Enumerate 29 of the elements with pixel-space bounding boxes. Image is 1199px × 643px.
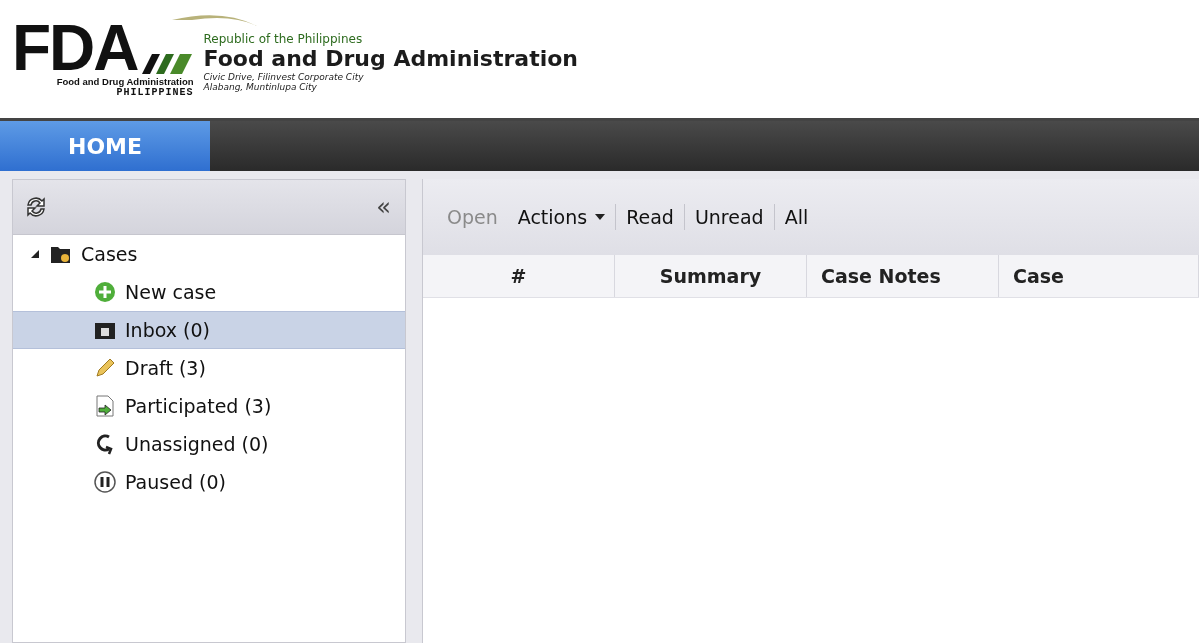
toolbar-button[interactable]: Unread — [684, 206, 774, 228]
address-line: Civic Drive, Filinvest Corporate City — [203, 72, 365, 82]
column-header[interactable]: # — [423, 255, 615, 297]
column-header[interactable]: Summary — [615, 255, 807, 297]
tree-item[interactable]: Inbox (0) — [13, 311, 405, 349]
expanded-triangle-icon[interactable] — [29, 248, 41, 260]
tree-item[interactable]: Paused (0) — [13, 463, 405, 501]
document-arrow-icon — [93, 394, 117, 418]
plus-icon — [93, 280, 117, 304]
agency-name: Food and Drug Administration — [203, 46, 578, 72]
toolbar-button[interactable]: Read — [616, 206, 684, 228]
tree-item[interactable]: Participated (3) — [13, 387, 405, 425]
column-header[interactable]: Case Notes — [807, 255, 999, 297]
column-header[interactable]: Case — [999, 255, 1199, 297]
tree-item[interactable]: New case — [13, 273, 405, 311]
nav-tab[interactable]: HOME — [0, 121, 210, 171]
toolbar-button[interactable]: All — [774, 206, 819, 228]
toolbar-button[interactable]: Actions — [507, 206, 616, 228]
republic-text: Republic of the Philippines — [203, 32, 364, 46]
tree-item[interactable]: Cases — [13, 235, 405, 273]
logo-text: FDA — [12, 20, 138, 76]
collapse-button[interactable]: « — [372, 193, 395, 221]
pencil-icon — [93, 356, 117, 380]
tree-item[interactable]: Draft (3) — [13, 349, 405, 387]
logo-caption: Food and Drug Administration — [56, 76, 194, 87]
logo-country: PHILIPPINES — [116, 87, 194, 98]
pause-icon — [93, 470, 117, 494]
tree-item[interactable]: Unassigned (0) — [13, 425, 405, 463]
address-line: Alabang, Muntinlupa City — [203, 82, 318, 92]
